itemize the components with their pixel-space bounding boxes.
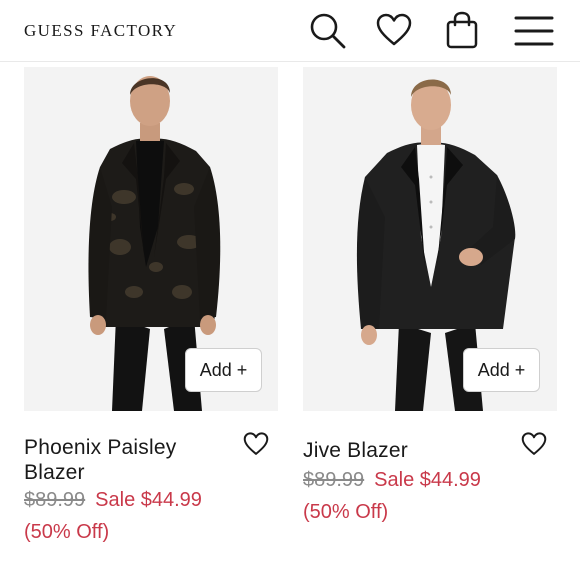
product-name[interactable]: Phoenix Paisley Blazer [24, 435, 224, 485]
product-card: Add + Jive Blazer $89.99 Sale $44.99 (50%… [303, 62, 559, 580]
discount-label: (50% Off) [303, 501, 389, 523]
price-line: $89.99 Sale $44.99 [24, 488, 202, 512]
menu-icon[interactable] [514, 15, 554, 47]
product-card: Add + Phoenix Paisley Blazer $89.99 Sale … [24, 62, 280, 580]
heart-icon[interactable] [376, 13, 412, 47]
add-to-cart-button[interactable]: Add + [463, 348, 540, 392]
brand-logo[interactable]: GUESS FACTORY [24, 21, 177, 41]
wishlist-heart-icon[interactable] [521, 432, 547, 456]
original-price: $89.99 [303, 469, 365, 491]
sale-price: Sale $44.99 [95, 489, 202, 511]
product-name[interactable]: Jive Blazer [303, 438, 503, 463]
discount-label: (50% Off) [24, 521, 110, 543]
add-to-cart-button[interactable]: Add + [185, 348, 262, 392]
original-price: $89.99 [24, 489, 86, 511]
sale-price: Sale $44.99 [374, 469, 481, 491]
site-header: GUESS FACTORY [0, 0, 580, 62]
shopping-bag-icon[interactable] [445, 11, 479, 49]
wishlist-heart-icon[interactable] [243, 432, 269, 456]
price-line: $89.99 Sale $44.99 [303, 468, 481, 492]
search-icon[interactable] [308, 11, 348, 51]
